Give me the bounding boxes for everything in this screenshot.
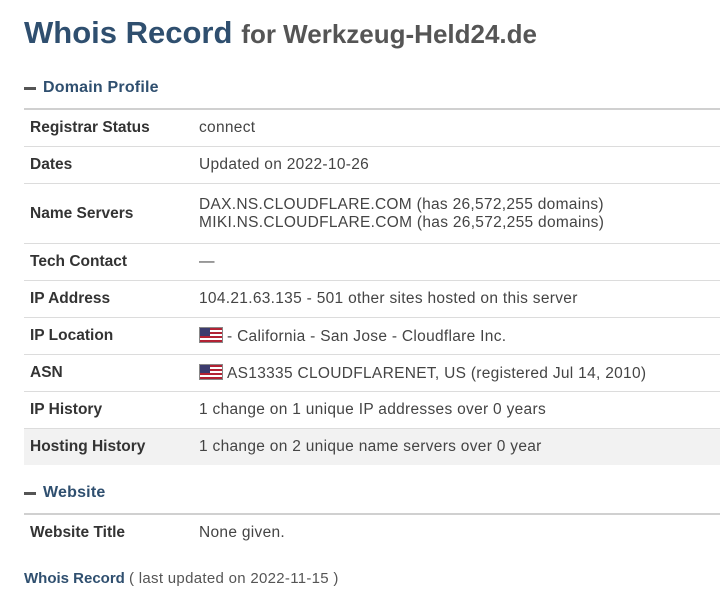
asn-value: AS13335 CLOUDFLARENET, US (registered Ju… — [227, 364, 647, 382]
table-row: Registrar Status connect — [24, 108, 720, 147]
dates-label: Dates — [24, 146, 193, 184]
ip-location-value: - California - San Jose - Cloudflare Inc… — [227, 327, 507, 345]
ip-location-label: IP Location — [24, 317, 193, 355]
footer: Whois Record ( last updated on 2022-11-1… — [24, 570, 339, 587]
registrar-status-label: Registrar Status — [24, 108, 193, 147]
website-title-label: Website Title — [24, 513, 193, 551]
footer-whois-record-link[interactable]: Whois Record — [24, 570, 125, 587]
name-servers-value: DAX.NS.CLOUDFLARE.COM (has 26,572,255 do… — [193, 183, 720, 244]
us-flag-icon — [199, 326, 223, 343]
collapse-icon[interactable] — [24, 86, 36, 90]
table-row: IP History 1 change on 1 unique IP addre… — [24, 391, 720, 429]
ip-address-label: IP Address — [24, 280, 193, 318]
ip-location-cell: - California - San Jose - Cloudflare Inc… — [193, 317, 720, 355]
website-table: Website Title None given. — [24, 513, 720, 551]
tech-contact-label: Tech Contact — [24, 243, 193, 281]
table-row: Tech Contact — — [24, 243, 720, 281]
domain-profile-header[interactable]: Domain Profile — [24, 78, 159, 98]
hosting-history-value[interactable]: 1 change on 2 unique name servers over 0… — [193, 428, 720, 465]
asn-label: ASN — [24, 354, 193, 392]
name-server-1: DAX.NS.CLOUDFLARE.COM (has 26,572,255 do… — [199, 195, 604, 213]
table-row: ASN AS13335 CLOUDFLARENET, US (registere… — [24, 354, 720, 392]
page-title: Whois Record for Werkzeug-Held24.de — [24, 14, 537, 51]
collapse-icon[interactable] — [24, 491, 36, 495]
page-title-main: Whois Record — [24, 15, 233, 50]
table-row: IP Location - California - San Jose - Cl… — [24, 317, 720, 355]
table-row: Website Title None given. — [24, 513, 720, 551]
website-header[interactable]: Website — [24, 483, 105, 503]
ip-address-value[interactable]: 104.21.63.135 - 501 other sites hosted o… — [193, 280, 720, 318]
name-server-2: MIKI.NS.CLOUDFLARE.COM (has 26,572,255 d… — [199, 213, 605, 231]
tech-contact-value: — — [193, 243, 720, 281]
page-title-domain: for Werkzeug-Held24.de — [241, 19, 537, 49]
website-label: Website — [43, 484, 106, 501]
ip-history-value[interactable]: 1 change on 1 unique IP addresses over 0… — [193, 391, 720, 429]
table-row: Name Servers DAX.NS.CLOUDFLARE.COM (has … — [24, 183, 720, 244]
hosting-history-label: Hosting History — [24, 428, 193, 465]
table-row: IP Address 104.21.63.135 - 501 other sit… — [24, 280, 720, 318]
table-row: Hosting History 1 change on 2 unique nam… — [24, 428, 720, 465]
footer-last-updated: ( last updated on 2022-11-15 ) — [129, 570, 339, 587]
domain-profile-table: Registrar Status connect Dates Updated o… — [24, 108, 720, 465]
ip-history-label: IP History — [24, 391, 193, 429]
domain-profile-label: Domain Profile — [43, 79, 159, 96]
asn-cell: AS13335 CLOUDFLARENET, US (registered Ju… — [193, 354, 720, 392]
table-row: Dates Updated on 2022-10-26 — [24, 146, 720, 184]
registrar-status-value: connect — [193, 108, 720, 147]
website-title-value: None given. — [193, 513, 720, 551]
name-servers-label: Name Servers — [24, 183, 193, 244]
dates-value: Updated on 2022-10-26 — [193, 146, 720, 184]
us-flag-icon — [199, 363, 223, 380]
